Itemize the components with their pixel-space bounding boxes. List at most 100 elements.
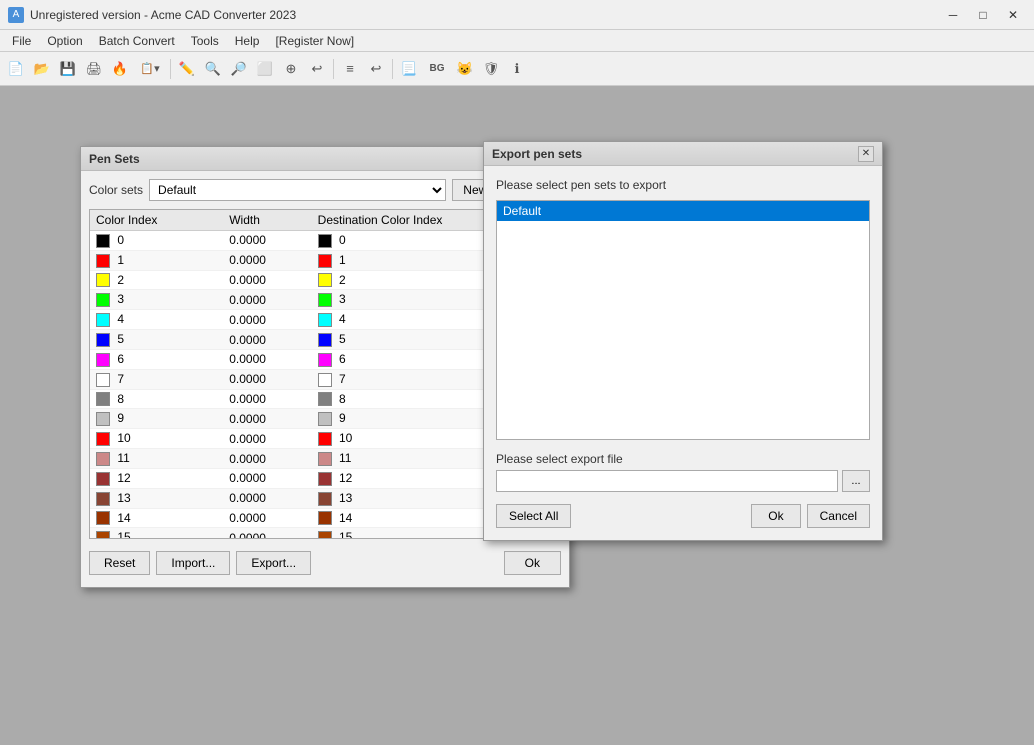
- width-cell: 0.0000: [223, 468, 311, 488]
- src-color-cell: 12: [90, 468, 223, 488]
- menu-register[interactable]: [Register Now]: [267, 32, 362, 50]
- menu-batch-convert[interactable]: Batch Convert: [91, 32, 183, 50]
- toolbar-save[interactable]: 💾: [56, 57, 80, 81]
- toolbar-zoom-in[interactable]: 🔍: [201, 57, 225, 81]
- src-color-swatch: [96, 234, 110, 248]
- menu-tools[interactable]: Tools: [183, 32, 227, 50]
- export-file-input[interactable]: [496, 470, 838, 492]
- toolbar-undo[interactable]: ↩: [364, 57, 388, 81]
- btn-export-ok[interactable]: Ok: [751, 504, 800, 528]
- main-area: Pen Sets ✕ Color sets Default New Delete…: [0, 86, 1034, 745]
- toolbar-zoom-all[interactable]: ⊕: [279, 57, 303, 81]
- col-header-color-index: Color Index: [90, 210, 223, 231]
- src-color-cell: 4: [90, 310, 223, 330]
- dst-color-swatch: [318, 412, 332, 426]
- export-browse-button[interactable]: ...: [842, 470, 870, 492]
- toolbar-open[interactable]: 📂: [30, 57, 54, 81]
- src-color-swatch: [96, 432, 110, 446]
- src-color-cell: 15: [90, 528, 223, 539]
- toolbar-zoom-prev[interactable]: ↩: [305, 57, 329, 81]
- toolbar-bg[interactable]: BG: [423, 57, 451, 81]
- src-color-swatch: [96, 333, 110, 347]
- src-color-cell: 10: [90, 429, 223, 449]
- dst-color-swatch: [318, 452, 332, 466]
- src-color-cell: 6: [90, 349, 223, 369]
- src-color-swatch: [96, 293, 110, 307]
- toolbar-info[interactable]: ℹ: [505, 57, 529, 81]
- src-color-cell: 11: [90, 449, 223, 469]
- width-cell: 0.0000: [223, 310, 311, 330]
- dst-color-swatch: [318, 313, 332, 327]
- dst-color-swatch: [318, 333, 332, 347]
- titlebar-left: A Unregistered version - Acme CAD Conver…: [8, 7, 296, 23]
- src-color-swatch: [96, 273, 110, 287]
- toolbar-zoom-out[interactable]: 🔎: [227, 57, 251, 81]
- toolbar-print[interactable]: 🖨: [82, 57, 106, 81]
- width-cell: 0.0000: [223, 290, 311, 310]
- toolbar-zoom-window[interactable]: ⬜: [253, 57, 277, 81]
- src-color-cell: 5: [90, 330, 223, 350]
- pensets-footer: Reset Import... Export... Ok: [89, 547, 561, 579]
- src-color-swatch: [96, 392, 110, 406]
- width-cell: 0.0000: [223, 270, 311, 290]
- src-color-swatch: [96, 254, 110, 268]
- toolbar-list[interactable]: ≡: [338, 57, 362, 81]
- export-footer: Select All Ok Cancel: [496, 504, 870, 528]
- btn-reset[interactable]: Reset: [89, 551, 150, 575]
- src-color-cell: 9: [90, 409, 223, 429]
- dst-color-swatch: [318, 432, 332, 446]
- export-file-row: ...: [496, 470, 870, 492]
- menu-option[interactable]: Option: [39, 32, 90, 50]
- toolbar-fire[interactable]: 🔥: [108, 57, 132, 81]
- menu-file[interactable]: File: [4, 32, 39, 50]
- toolbar-sep-3: [392, 59, 393, 79]
- export-instruction: Please select pen sets to export: [496, 178, 870, 192]
- toolbar-cat[interactable]: 😺: [453, 57, 477, 81]
- btn-ok[interactable]: Ok: [504, 551, 561, 575]
- src-color-swatch: [96, 452, 110, 466]
- maximize-button[interactable]: □: [970, 5, 996, 25]
- width-cell: 0.0000: [223, 369, 311, 389]
- width-cell: 0.0000: [223, 528, 311, 539]
- dst-color-swatch: [318, 531, 332, 539]
- width-cell: 0.0000: [223, 250, 311, 270]
- dst-color-swatch: [318, 492, 332, 506]
- toolbar-new[interactable]: 📄: [4, 57, 28, 81]
- dst-color-swatch: [318, 353, 332, 367]
- toolbar-doc[interactable]: 📃: [397, 57, 421, 81]
- minimize-button[interactable]: ─: [940, 5, 966, 25]
- src-color-cell: 2: [90, 270, 223, 290]
- dst-color-swatch: [318, 254, 332, 268]
- menubar: File Option Batch Convert Tools Help [Re…: [0, 30, 1034, 52]
- src-color-cell: 7: [90, 369, 223, 389]
- width-cell: 0.0000: [223, 488, 311, 508]
- src-color-cell: 8: [90, 389, 223, 409]
- width-cell: 0.0000: [223, 349, 311, 369]
- dst-color-swatch: [318, 511, 332, 525]
- export-title: Export pen sets: [492, 147, 582, 161]
- btn-import[interactable]: Import...: [156, 551, 230, 575]
- export-listbox[interactable]: Default: [496, 200, 870, 440]
- window-controls: ─ □ ✕: [940, 5, 1026, 25]
- btn-cancel[interactable]: Cancel: [807, 504, 870, 528]
- close-button[interactable]: ✕: [1000, 5, 1026, 25]
- export-close-button[interactable]: ✕: [858, 146, 874, 162]
- src-color-swatch: [96, 353, 110, 367]
- src-color-swatch: [96, 492, 110, 506]
- btn-select-all[interactable]: Select All: [496, 504, 571, 528]
- btn-export[interactable]: Export...: [236, 551, 311, 575]
- toolbar-clipboard[interactable]: 📋▾: [134, 57, 166, 81]
- colorsets-select[interactable]: Default: [149, 179, 446, 201]
- toolbar-draw[interactable]: ✏️: [175, 57, 199, 81]
- pensets-title: Pen Sets: [89, 152, 140, 166]
- menu-help[interactable]: Help: [227, 32, 268, 50]
- src-color-swatch: [96, 412, 110, 426]
- export-file-label: Please select export file: [496, 452, 870, 466]
- dst-color-swatch: [318, 234, 332, 248]
- src-color-swatch: [96, 313, 110, 327]
- export-list-item-default[interactable]: Default: [497, 201, 869, 221]
- dst-color-swatch: [318, 293, 332, 307]
- toolbar-shield[interactable]: 🛡: [479, 57, 503, 81]
- src-color-cell: 3: [90, 290, 223, 310]
- src-color-swatch: [96, 511, 110, 525]
